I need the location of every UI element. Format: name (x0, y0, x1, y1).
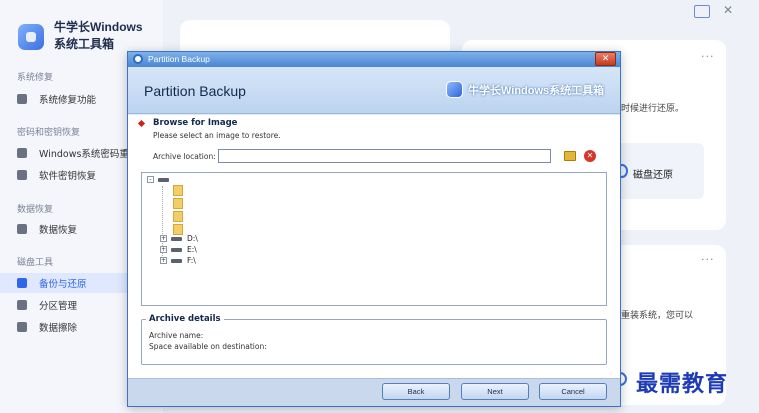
expand-icon[interactable]: + (160, 257, 167, 264)
card-description: 时候进行还原。 (621, 104, 685, 114)
archive-location-input[interactable] (218, 149, 551, 163)
watermark: 最需教育 (636, 371, 729, 397)
drive-label: E:\ (187, 245, 197, 254)
file-tree[interactable] (141, 172, 607, 306)
tree-item-drive[interactable]: + F:\ (160, 256, 196, 265)
disk-restore-label: 磁盘还原 (633, 170, 673, 181)
app-title: 牛学长Windows系统工具箱 (54, 20, 143, 51)
partition-icon (17, 300, 27, 310)
sidebar-item-label: 备份与还原 (39, 279, 87, 290)
dialog-window-title: Partition Backup (148, 54, 210, 64)
erase-icon (17, 322, 27, 332)
folder-icon[interactable] (173, 211, 183, 222)
tree-item-drive[interactable]: + D:\ (160, 234, 198, 243)
collapse-icon[interactable]: - (147, 176, 154, 183)
archive-location-label: Archive location: (153, 152, 216, 161)
cancel-button[interactable]: Cancel (539, 383, 607, 400)
dialog-titlebar[interactable]: Partition Backup ✕ (128, 52, 620, 67)
section-title: Browse for Image (153, 118, 238, 128)
partition-backup-dialog: Partition Backup ✕ Partition Backup 牛学长W… (127, 51, 621, 407)
clear-icon[interactable]: ✕ (584, 150, 596, 162)
key-document-icon (17, 170, 27, 180)
sidebar-item-label: 分区管理 (39, 301, 78, 312)
brand-name: 牛学长Windows系统工具箱 (468, 85, 605, 97)
back-button[interactable]: Back (382, 383, 450, 400)
sidebar-item-label: Windows系统密码重置 (39, 149, 139, 160)
expand-icon[interactable]: + (160, 235, 167, 242)
space-available-label: Space available on destination: (149, 342, 267, 351)
dialog-header-title: Partition Backup (144, 83, 246, 99)
app-icon (133, 54, 143, 64)
sidebar-item-label: 数据擦除 (39, 323, 78, 334)
drive-label: D:\ (187, 234, 198, 243)
tree-item-drive[interactable]: + E:\ (160, 245, 197, 254)
sidebar-item-label: 系统修复功能 (39, 95, 97, 106)
browse-folder-icon[interactable] (564, 151, 576, 161)
drive-icon (171, 236, 182, 241)
sidebar-item-label: 软件密钥恢复 (39, 171, 97, 182)
card-description: 重装系统，您可以 (621, 311, 694, 321)
close-icon[interactable]: ✕ (723, 3, 733, 17)
more-options-icon[interactable]: ··· (701, 253, 715, 266)
dialog-close-button[interactable]: ✕ (595, 52, 616, 66)
drive-label: F:\ (187, 256, 196, 265)
archive-details-title: Archive details (146, 314, 224, 324)
wrench-icon (17, 94, 27, 104)
drive-icon (171, 258, 182, 263)
folder-icon[interactable] (173, 198, 183, 209)
folder-icon[interactable] (173, 185, 183, 196)
sidebar-item-label: 数据恢复 (39, 225, 78, 236)
computer-icon (158, 177, 169, 182)
more-options-icon[interactable]: ··· (701, 50, 715, 63)
backup-icon (17, 278, 27, 288)
drive-icon (171, 247, 182, 252)
data-recovery-icon (17, 224, 27, 234)
sidebar-section-disk-tools: 磁盘工具 (17, 258, 54, 268)
app-logo-icon (18, 24, 44, 50)
brand-logo-icon (446, 81, 463, 98)
sidebar-section-data-recovery: 数据恢复 (17, 205, 54, 215)
sidebar-section-password: 密码和密钥恢复 (17, 128, 81, 138)
next-button[interactable]: Next (461, 383, 529, 400)
archive-name-label: Archive name: (149, 331, 204, 340)
dialog-header: Partition Backup 牛学长Windows系统工具箱 (128, 67, 620, 114)
feedback-icon[interactable] (694, 5, 710, 18)
lock-icon (17, 148, 27, 158)
tree-root[interactable]: - (147, 176, 174, 183)
section-subtitle: Please select an image to restore. (153, 131, 281, 140)
sidebar-section-system-repair: 系统修复 (17, 73, 54, 83)
expand-icon[interactable]: + (160, 246, 167, 253)
